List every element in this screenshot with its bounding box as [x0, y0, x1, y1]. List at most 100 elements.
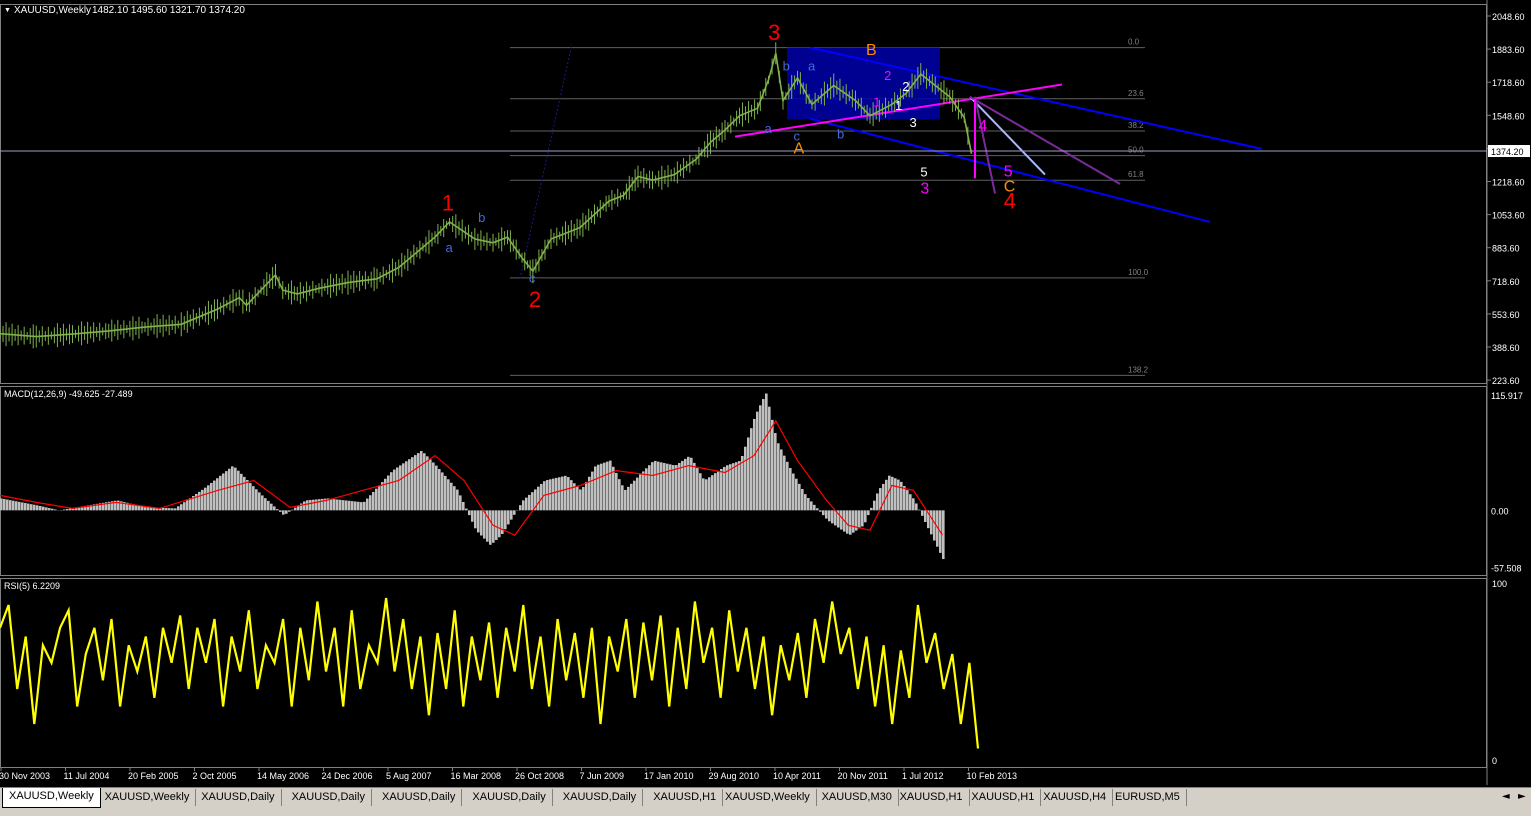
macd-histogram-bar: [189, 498, 192, 510]
macd-histogram-bar: [681, 461, 684, 510]
x-tick-label: 14 May 2006: [257, 771, 309, 781]
macd-histogram-bar: [582, 487, 585, 510]
tab-4[interactable]: XAUUSD,Daily: [376, 789, 462, 806]
macd-histogram-bar: [651, 462, 654, 510]
macd-histogram-bar: [456, 490, 459, 511]
macd-histogram-bar: [225, 471, 228, 510]
y-tick-label: 223.60: [1492, 376, 1520, 386]
tab-scroll-right-icon[interactable]: ►: [1518, 791, 1526, 802]
tab-10[interactable]: XAUUSD,H1: [894, 789, 970, 806]
macd-histogram-bar: [246, 480, 249, 510]
macd-histogram-bar: [915, 503, 918, 510]
menu-arrow-icon: ▼: [4, 7, 11, 14]
y-tick-label: 1883.60: [1492, 45, 1525, 55]
tab-8[interactable]: XAUUSD,Weekly: [719, 789, 817, 806]
macd-histogram-bar: [798, 484, 801, 510]
macd-histogram-bar: [162, 508, 165, 510]
wave-label: B: [866, 42, 877, 59]
macd-histogram-bar: [390, 472, 393, 510]
macd-histogram-bar: [279, 510, 282, 512]
macd-histogram-bar: [858, 510, 861, 528]
macd-histogram-bar: [240, 474, 243, 511]
tab-6[interactable]: XAUUSD,Daily: [557, 789, 643, 806]
macd-histogram-bar: [918, 510, 921, 511]
macd-histogram-bar: [597, 465, 600, 511]
macd-histogram-bar: [591, 472, 594, 511]
macd-histogram-bar: [180, 504, 183, 510]
macd-histogram-bar: [354, 501, 357, 510]
tab-7[interactable]: XAUUSD,H1: [647, 789, 723, 806]
wave-label: 3: [920, 181, 929, 198]
macd-histogram-bar: [537, 487, 540, 511]
x-tick-label: 26 Oct 2008: [515, 771, 564, 781]
x-tick-label: 24 Dec 2006: [322, 771, 373, 781]
macd-histogram-bar: [27, 504, 30, 511]
macd-histogram-bar: [387, 475, 390, 510]
macd-histogram-bar: [525, 498, 528, 511]
rsi-y-label: 100: [1492, 579, 1507, 589]
macd-histogram-bar: [36, 505, 39, 510]
wave-label: 1: [873, 94, 880, 109]
macd-title: MACD(12,26,9) -49.625 -27.489: [4, 389, 133, 399]
macd-histogram-bar: [723, 467, 726, 510]
tab-scroll-left-icon[interactable]: ◄: [1502, 791, 1510, 802]
macd-histogram-bar: [897, 480, 900, 511]
macd-histogram-bar: [417, 453, 420, 510]
macd-histogram-bar: [618, 479, 621, 510]
macd-histogram-bar: [606, 462, 609, 511]
tab-9[interactable]: XAUUSD,M30: [816, 789, 899, 806]
macd-histogram-bar: [30, 504, 33, 510]
tab-5[interactable]: XAUUSD,Daily: [466, 789, 552, 806]
macd-histogram-bar: [492, 510, 495, 542]
tab-13[interactable]: EURUSD,M5: [1109, 789, 1187, 806]
macd-histogram-bar: [363, 502, 366, 511]
macd-histogram-bar: [510, 510, 513, 519]
macd-histogram-bar: [849, 510, 852, 534]
tab-12[interactable]: XAUUSD,H4: [1037, 789, 1113, 806]
macd-histogram-bar: [894, 478, 897, 510]
macd-histogram-bar: [834, 510, 837, 525]
wave-label: c: [529, 271, 536, 286]
macd-histogram-bar: [714, 473, 717, 510]
macd-histogram-bar: [567, 477, 570, 510]
macd-histogram-bar: [648, 465, 651, 510]
tab-1[interactable]: XAUUSD,Weekly: [99, 789, 197, 806]
tab-3[interactable]: XAUUSD,Daily: [286, 789, 372, 806]
macd-histogram-bar: [48, 508, 51, 510]
macd-histogram-bar: [468, 510, 471, 515]
macd-histogram-bar: [519, 505, 522, 510]
macd-histogram-bar: [3, 499, 6, 510]
macd-histogram-bar: [759, 405, 762, 510]
macd-histogram-bar: [768, 407, 771, 511]
macd-histogram-bar: [732, 463, 735, 510]
macd-histogram-bar: [177, 506, 180, 510]
macd-histogram-bar: [288, 510, 291, 511]
macd-histogram-bar: [687, 457, 690, 511]
ohlc-readout: 1482.10 1495.60 1321.70 1374.20: [92, 5, 245, 16]
macd-histogram-bar: [396, 467, 399, 510]
macd-histogram-bar: [261, 495, 264, 510]
macd-histogram-bar: [531, 492, 534, 510]
macd-histogram-bar: [627, 487, 630, 510]
macd-histogram-bar: [231, 466, 234, 510]
tab-0[interactable]: XAUUSD,Weekly: [2, 788, 101, 808]
wave-label: b: [478, 210, 485, 225]
x-tick-label: 11 Jul 2004: [64, 771, 110, 781]
wave-label: 2: [902, 79, 909, 94]
macd-histogram-bar: [909, 494, 912, 510]
macd-histogram-bar: [483, 510, 486, 538]
macd-histogram-bar: [699, 473, 702, 510]
macd-histogram-bar: [702, 478, 705, 510]
wave-label: a: [446, 240, 454, 255]
macd-histogram-bar: [810, 501, 813, 510]
macd-histogram-bar: [654, 461, 657, 510]
macd-histogram-bar: [447, 479, 450, 510]
rsi-title: RSI(5) 6.2209: [4, 581, 60, 591]
chart-area[interactable]: ▼XAUUSD,Weekly1482.10 1495.60 1321.70 13…: [0, 0, 1531, 787]
fib-label: 23.6: [1128, 89, 1144, 98]
tab-2[interactable]: XAUUSD,Daily: [195, 789, 281, 806]
macd-histogram-bar: [747, 437, 750, 510]
tab-11[interactable]: XAUUSD,H1: [965, 789, 1041, 806]
macd-histogram-bar: [171, 508, 174, 510]
macd-histogram-bar: [660, 462, 663, 510]
